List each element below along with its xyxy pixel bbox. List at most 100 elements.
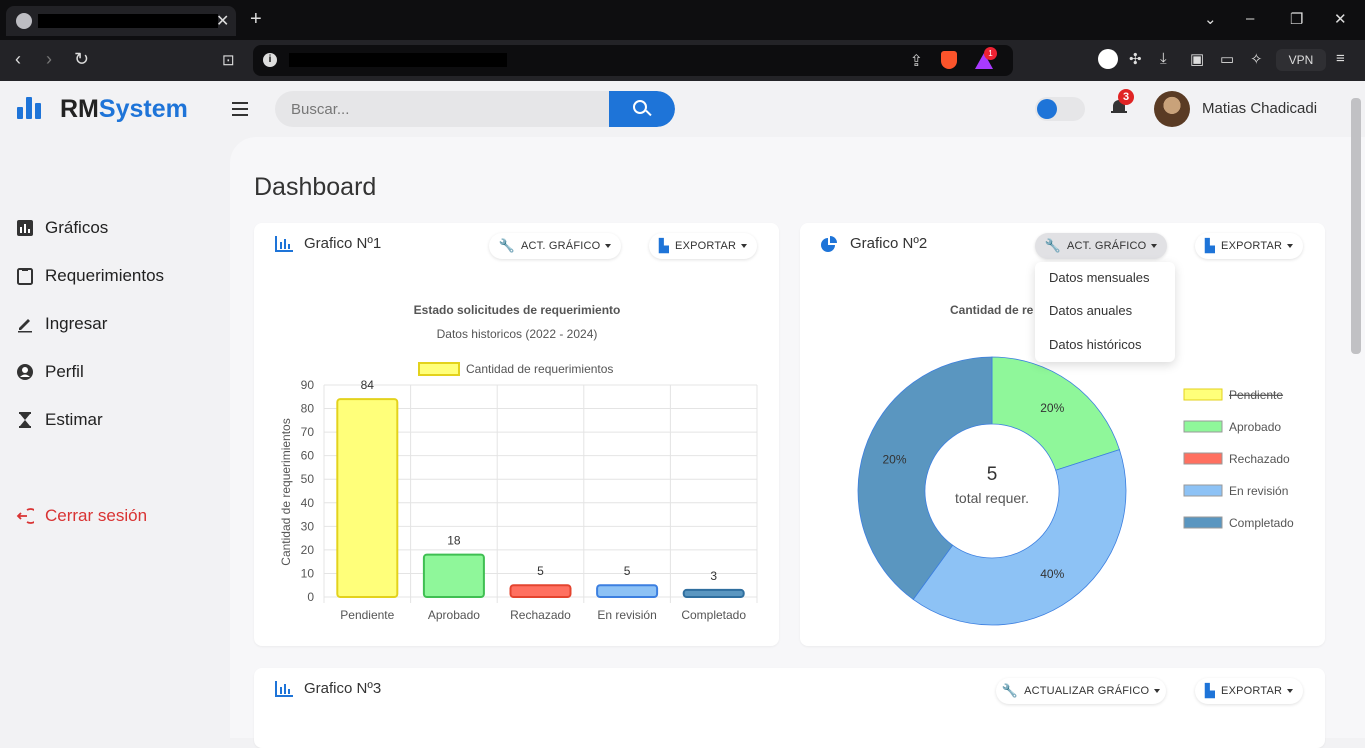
bar-chart-y-axis-label: Cantidad de requerimientos <box>279 418 293 565</box>
url-bar[interactable]: i ⇪ 1 <box>253 45 1013 76</box>
bar[interactable] <box>596 584 659 599</box>
wrench-icon: 🔧 <box>498 238 515 253</box>
doughnut-legend-swatch[interactable] <box>1183 420 1223 433</box>
bar-x-tick-label: Rechazado <box>510 608 571 622</box>
card-2-title: Grafico Nº2 <box>821 235 927 252</box>
bookmark-icon[interactable]: ⊡ <box>222 51 235 69</box>
bar-y-tick-label: 40 <box>301 496 315 510</box>
brave-shields-icon[interactable] <box>941 51 957 69</box>
bar[interactable] <box>682 588 745 598</box>
bar-chart-title: Estado solicitudes de requerimiento <box>414 303 621 317</box>
doughnut-legend-label[interactable]: Completado <box>1229 516 1294 530</box>
doughnut-legend-swatch[interactable] <box>1183 388 1223 401</box>
logout-icon <box>16 507 39 525</box>
caret-down-icon <box>741 244 748 248</box>
export-chart-2-button[interactable]: ▙ EXPORTAR <box>1195 233 1303 259</box>
bar-chart-icon <box>275 235 293 252</box>
notification-badge: 3 <box>1118 89 1134 105</box>
close-window-icon[interactable]: ✕ <box>1334 10 1347 28</box>
bar-chart-legend-swatch[interactable] <box>418 362 460 376</box>
doughnut-percent-label: 20% <box>883 452 907 466</box>
sidebar-item-graficos[interactable]: Gráficos <box>16 216 108 240</box>
caret-down-icon <box>1154 689 1161 693</box>
maximize-icon[interactable]: ❐ <box>1290 10 1303 28</box>
doughnut-percent-label: 20% <box>1040 401 1064 415</box>
browser-tab[interactable]: ✕ <box>6 6 236 36</box>
search-input[interactable] <box>275 91 609 127</box>
file-export-icon: ▙ <box>1204 683 1216 698</box>
doughnut-legend-swatch[interactable] <box>1183 452 1223 465</box>
page-scrollbar-thumb[interactable] <box>1351 98 1361 354</box>
menu-icon[interactable]: ≡ <box>1336 50 1345 67</box>
bar-y-tick-label: 50 <box>301 472 315 486</box>
rewards-badge: 1 <box>984 47 997 60</box>
sidebar-item-ingresar[interactable]: Ingresar <box>16 312 107 336</box>
reload-icon[interactable]: ↻ <box>74 49 89 70</box>
minimize-icon[interactable]: – <box>1246 10 1254 27</box>
bar[interactable] <box>336 398 399 598</box>
bar-y-tick-label: 90 <box>301 378 315 392</box>
logo-chart-icon <box>17 97 43 119</box>
caret-down-icon <box>1287 689 1294 693</box>
browser-tab-bar: ✕ + ⌄ – ❐ ✕ <box>0 0 1365 40</box>
sidebar-item-requerimientos[interactable]: Requerimientos <box>16 264 164 288</box>
bar-value-label: 84 <box>361 378 375 392</box>
doughnut-legend-swatch[interactable] <box>1183 516 1223 529</box>
new-tab-icon[interactable]: + <box>250 8 262 31</box>
bar[interactable] <box>422 553 485 599</box>
dropdown-item-monthly[interactable]: Datos mensuales <box>1049 270 1149 285</box>
globe-icon <box>16 13 32 29</box>
extensions-icon[interactable]: ✣ <box>1129 50 1142 68</box>
logout-button[interactable]: Cerrar sesión <box>16 504 147 528</box>
app-logo[interactable]: RMSystem <box>60 95 188 124</box>
bar-y-tick-label: 10 <box>301 566 315 580</box>
redacted-url <box>289 53 507 67</box>
sidebar-item-estimar[interactable]: Estimar <box>16 408 103 432</box>
tab-list-chevron-icon[interactable]: ⌄ <box>1204 10 1217 28</box>
update-chart-3-button[interactable]: 🔧 ACTUALIZAR GRÁFICO <box>996 678 1166 704</box>
dropdown-item-historical[interactable]: Datos históricos <box>1049 337 1141 352</box>
bar-chart-subtitle: Datos historicos (2022 - 2024) <box>437 327 598 341</box>
vpn-button[interactable]: VPN <box>1276 49 1326 71</box>
sidebar-toggle-icon[interactable]: ▣ <box>1190 50 1204 68</box>
doughnut-legend-label[interactable]: En revisión <box>1229 484 1288 498</box>
doughnut-center-value: 5 <box>987 464 998 485</box>
search-icon <box>633 100 647 114</box>
doughnut-chart-title: Cantidad de re <box>950 303 1034 317</box>
bar-y-tick-label: 30 <box>301 519 315 533</box>
forward-icon[interactable]: › <box>46 49 52 70</box>
doughnut-slice[interactable] <box>912 449 1127 626</box>
user-name[interactable]: Matias Chadicadi <box>1202 100 1317 117</box>
doughnut-legend-label[interactable]: Pendiente <box>1229 388 1283 402</box>
leo-ai-icon[interactable]: ✧ <box>1250 50 1263 68</box>
theme-toggle[interactable] <box>1035 97 1085 121</box>
doughnut-legend-label[interactable]: Aprobado <box>1229 420 1281 434</box>
wallet-icon[interactable]: ▭ <box>1220 50 1234 68</box>
file-export-icon: ▙ <box>1204 238 1216 253</box>
bar-value-label: 18 <box>447 534 461 548</box>
bar-value-label: 3 <box>710 569 717 583</box>
bar-chart-icon <box>16 219 34 237</box>
translate-extension-icon[interactable] <box>1098 49 1118 69</box>
caret-down-icon <box>1151 244 1158 248</box>
avatar[interactable] <box>1154 91 1190 127</box>
doughnut-legend-label[interactable]: Rechazado <box>1229 452 1290 466</box>
site-info-icon[interactable]: i <box>263 53 277 67</box>
card-1-title: Grafico Nº1 <box>275 235 381 252</box>
bar[interactable] <box>509 584 572 599</box>
downloads-icon[interactable]: ⤓ <box>1160 50 1167 67</box>
hamburger-menu-icon[interactable] <box>232 102 248 120</box>
bar-x-tick-label: Aprobado <box>428 608 480 622</box>
export-chart-3-button[interactable]: ▙ EXPORTAR <box>1195 678 1303 704</box>
doughnut-legend-swatch[interactable] <box>1183 484 1223 497</box>
close-tab-icon[interactable]: ✕ <box>216 11 229 31</box>
sidebar-item-perfil[interactable]: Perfil <box>16 360 84 384</box>
search-button[interactable] <box>609 91 675 127</box>
update-chart-1-button[interactable]: 🔧 ACT. GRÁFICO <box>489 233 621 259</box>
dropdown-item-yearly[interactable]: Datos anuales <box>1049 303 1132 318</box>
share-icon[interactable]: ⇪ <box>910 51 923 71</box>
update-chart-2-button[interactable]: 🔧 ACT. GRÁFICO <box>1035 233 1167 259</box>
export-chart-1-button[interactable]: ▙ EXPORTAR <box>649 233 757 259</box>
hourglass-icon <box>16 411 34 429</box>
back-icon[interactable]: ‹ <box>15 49 21 70</box>
